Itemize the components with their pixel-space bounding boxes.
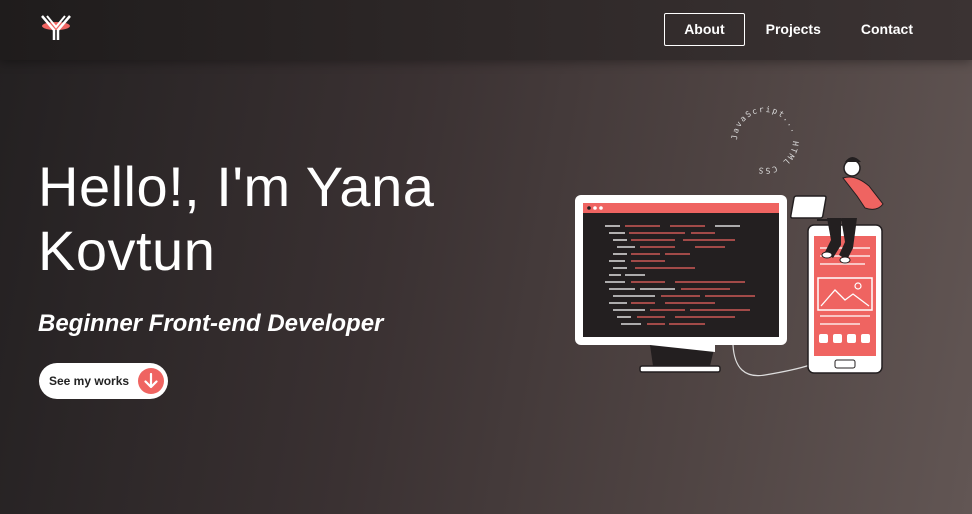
developer-illustration: JavaScript... HTML CSS	[565, 90, 895, 380]
site-header: About Projects Contact	[0, 0, 972, 60]
cta-label: See my works	[49, 374, 130, 388]
main-nav: About Projects Contact	[662, 13, 932, 46]
nav-about[interactable]: About	[664, 13, 745, 46]
see-my-works-button[interactable]: See my works	[39, 363, 168, 399]
nav-contact[interactable]: Contact	[842, 13, 932, 46]
hero-title: Hello!, I'm Yana Kovtun	[38, 155, 435, 282]
nav-projects[interactable]: Projects	[747, 13, 840, 46]
y-logo-icon[interactable]	[38, 12, 74, 44]
arrow-down-icon	[138, 368, 164, 394]
circle-text: JavaScript... HTML CSS	[730, 105, 800, 175]
hero-subtitle: Beginner Front-end Developer	[38, 310, 384, 337]
